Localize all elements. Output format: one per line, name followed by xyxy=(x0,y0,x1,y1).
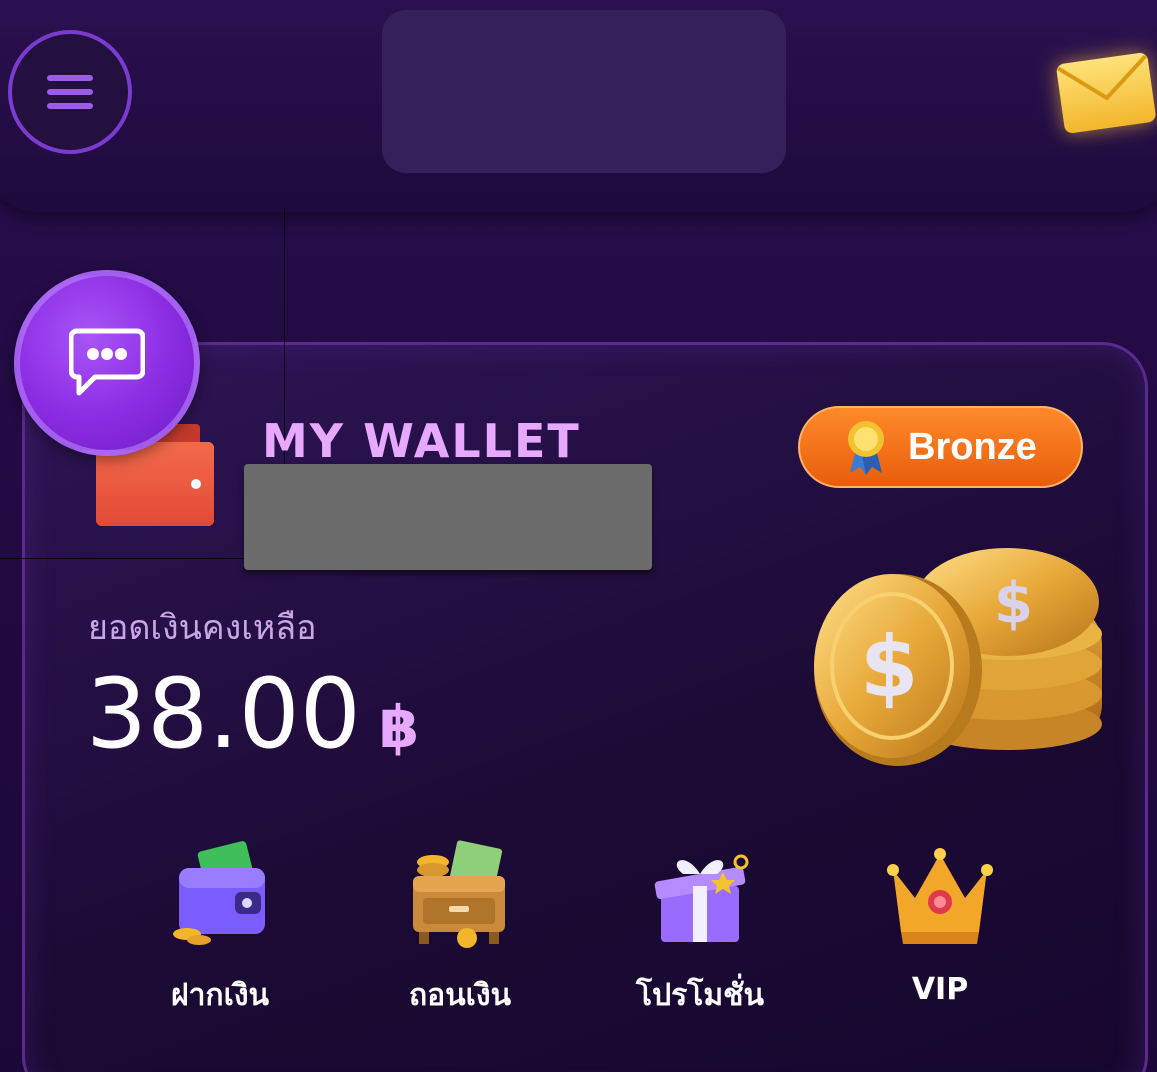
withdraw-button[interactable]: ถอนเงิน xyxy=(340,840,580,1020)
gift-box-icon xyxy=(654,854,749,942)
medal-icon xyxy=(848,421,884,475)
drawer-withdraw-icon xyxy=(413,840,505,948)
tier-label: Bronze xyxy=(908,425,1037,468)
withdraw-label: ถอนเงิน xyxy=(408,978,512,1013)
wallet-deposit-icon xyxy=(173,841,265,945)
quick-actions: ฝากเงิน ถอนเงิน โปรโมชั่น VIP xyxy=(100,840,1060,1020)
promotion-button[interactable]: โปรโมชั่น xyxy=(580,840,820,1020)
vip-label: VIP xyxy=(911,972,969,1007)
balance-amount: 38.00 ฿ xyxy=(86,658,419,770)
chat-bubble-icon xyxy=(69,328,145,396)
wallet-title: MY WALLET xyxy=(262,414,581,468)
tier-badge[interactable]: Bronze xyxy=(798,406,1083,488)
currency-symbol: ฿ xyxy=(378,693,420,761)
crown-icon xyxy=(887,848,993,944)
envelope-icon[interactable] xyxy=(1050,39,1157,144)
divider xyxy=(0,558,284,559)
svg-text:$: $ xyxy=(860,618,918,716)
deposit-button[interactable]: ฝากเงิน xyxy=(100,840,340,1020)
menu-button[interactable] xyxy=(8,30,132,154)
redacted-username xyxy=(244,464,652,570)
hamburger-menu-icon xyxy=(47,75,93,109)
vip-button[interactable]: VIP xyxy=(820,840,1060,1020)
deposit-label: ฝากเงิน xyxy=(171,978,269,1013)
balance-label: ยอดเงินคงเหลือ xyxy=(88,608,317,648)
logo-placeholder xyxy=(382,10,786,173)
promotion-label: โปรโมชั่น xyxy=(635,978,765,1013)
svg-text:$: $ xyxy=(994,571,1033,636)
coin-stack-icon: $ $ xyxy=(814,548,1102,766)
chat-button[interactable] xyxy=(14,270,200,456)
balance-number: 38.00 xyxy=(86,658,361,770)
